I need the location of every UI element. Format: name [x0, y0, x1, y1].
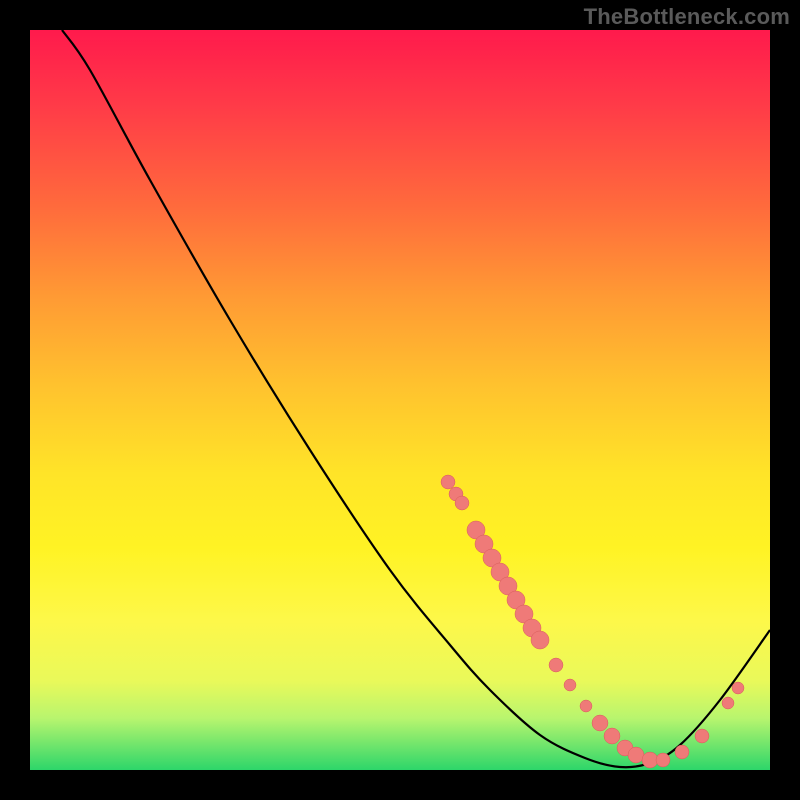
data-marker — [628, 747, 644, 763]
chart-container: TheBottleneck.com — [0, 0, 800, 800]
data-marker — [722, 697, 734, 709]
data-marker — [441, 475, 455, 489]
data-marker — [531, 631, 549, 649]
data-marker — [604, 728, 620, 744]
data-marker — [675, 745, 689, 759]
data-marker — [455, 496, 469, 510]
data-marker — [580, 700, 592, 712]
bottleneck-curve — [62, 30, 770, 767]
data-marker — [592, 715, 608, 731]
data-marker — [656, 753, 670, 767]
data-marker — [564, 679, 576, 691]
data-marker — [695, 729, 709, 743]
data-marker — [732, 682, 744, 694]
data-marker — [642, 752, 658, 768]
plot-area — [30, 30, 770, 770]
watermark-text: TheBottleneck.com — [584, 4, 790, 30]
chart-svg — [30, 30, 770, 770]
data-marker — [549, 658, 563, 672]
